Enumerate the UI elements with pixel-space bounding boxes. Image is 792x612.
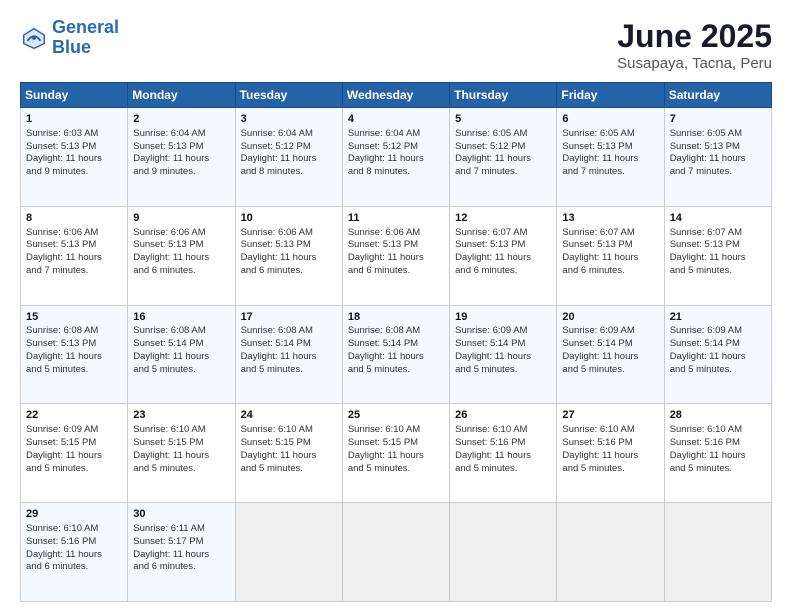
table-row: 4 Sunrise: 6:04 AMSunset: 5:12 PMDayligh… (342, 108, 449, 207)
table-row: 9 Sunrise: 6:06 AMSunset: 5:13 PMDayligh… (128, 206, 235, 305)
col-monday: Monday (128, 83, 235, 108)
table-row: 14 Sunrise: 6:07 AMSunset: 5:13 PMDaylig… (664, 206, 771, 305)
table-row: 15 Sunrise: 6:08 AMSunset: 5:13 PMDaylig… (21, 305, 128, 404)
table-row: 22 Sunrise: 6:09 AMSunset: 5:15 PMDaylig… (21, 404, 128, 503)
page: General Blue June 2025 Susapaya, Tacna, … (0, 0, 792, 612)
table-row: 12 Sunrise: 6:07 AMSunset: 5:13 PMDaylig… (450, 206, 557, 305)
table-row: 11 Sunrise: 6:06 AMSunset: 5:13 PMDaylig… (342, 206, 449, 305)
table-row: 7 Sunrise: 6:05 AMSunset: 5:13 PMDayligh… (664, 108, 771, 207)
table-row: 5 Sunrise: 6:05 AMSunset: 5:12 PMDayligh… (450, 108, 557, 207)
logo: General Blue (20, 18, 119, 58)
empty-cell (235, 503, 342, 602)
table-row: 16 Sunrise: 6:08 AMSunset: 5:14 PMDaylig… (128, 305, 235, 404)
logo-icon (20, 24, 48, 52)
empty-cell (557, 503, 664, 602)
table-row: 29 Sunrise: 6:10 AMSunset: 5:16 PMDaylig… (21, 503, 128, 602)
col-thursday: Thursday (450, 83, 557, 108)
col-saturday: Saturday (664, 83, 771, 108)
header: General Blue June 2025 Susapaya, Tacna, … (20, 18, 772, 72)
table-row: 20 Sunrise: 6:09 AMSunset: 5:14 PMDaylig… (557, 305, 664, 404)
logo-line1: General (52, 17, 119, 37)
empty-cell (664, 503, 771, 602)
table-row: 10 Sunrise: 6:06 AMSunset: 5:13 PMDaylig… (235, 206, 342, 305)
col-wednesday: Wednesday (342, 83, 449, 108)
calendar-row: 22 Sunrise: 6:09 AMSunset: 5:15 PMDaylig… (21, 404, 772, 503)
table-row: 17 Sunrise: 6:08 AMSunset: 5:14 PMDaylig… (235, 305, 342, 404)
calendar-header-row: Sunday Monday Tuesday Wednesday Thursday… (21, 83, 772, 108)
table-row: 2 Sunrise: 6:04 AMSunset: 5:13 PMDayligh… (128, 108, 235, 207)
table-row: 26 Sunrise: 6:10 AMSunset: 5:16 PMDaylig… (450, 404, 557, 503)
logo-line2: Blue (52, 37, 91, 57)
table-row: 27 Sunrise: 6:10 AMSunset: 5:16 PMDaylig… (557, 404, 664, 503)
table-row: 23 Sunrise: 6:10 AMSunset: 5:15 PMDaylig… (128, 404, 235, 503)
calendar-row: 15 Sunrise: 6:08 AMSunset: 5:13 PMDaylig… (21, 305, 772, 404)
table-row: 25 Sunrise: 6:10 AMSunset: 5:15 PMDaylig… (342, 404, 449, 503)
col-friday: Friday (557, 83, 664, 108)
col-sunday: Sunday (21, 83, 128, 108)
table-row: 6 Sunrise: 6:05 AMSunset: 5:13 PMDayligh… (557, 108, 664, 207)
subtitle: Susapaya, Tacna, Peru (617, 55, 772, 72)
table-row: 30 Sunrise: 6:11 AMSunset: 5:17 PMDaylig… (128, 503, 235, 602)
calendar-table: Sunday Monday Tuesday Wednesday Thursday… (20, 82, 772, 602)
logo-text: General Blue (52, 18, 119, 58)
table-row: 13 Sunrise: 6:07 AMSunset: 5:13 PMDaylig… (557, 206, 664, 305)
table-row: 3 Sunrise: 6:04 AMSunset: 5:12 PMDayligh… (235, 108, 342, 207)
empty-cell (342, 503, 449, 602)
title-block: June 2025 Susapaya, Tacna, Peru (617, 18, 772, 72)
empty-cell (450, 503, 557, 602)
main-title: June 2025 (617, 18, 772, 55)
calendar-row: 8 Sunrise: 6:06 AMSunset: 5:13 PMDayligh… (21, 206, 772, 305)
calendar-row: 1 Sunrise: 6:03 AMSunset: 5:13 PMDayligh… (21, 108, 772, 207)
table-row: 21 Sunrise: 6:09 AMSunset: 5:14 PMDaylig… (664, 305, 771, 404)
table-row: 24 Sunrise: 6:10 AMSunset: 5:15 PMDaylig… (235, 404, 342, 503)
table-row: 19 Sunrise: 6:09 AMSunset: 5:14 PMDaylig… (450, 305, 557, 404)
table-row: 18 Sunrise: 6:08 AMSunset: 5:14 PMDaylig… (342, 305, 449, 404)
table-row: 28 Sunrise: 6:10 AMSunset: 5:16 PMDaylig… (664, 404, 771, 503)
table-row: 1 Sunrise: 6:03 AMSunset: 5:13 PMDayligh… (21, 108, 128, 207)
col-tuesday: Tuesday (235, 83, 342, 108)
calendar-row: 29 Sunrise: 6:10 AMSunset: 5:16 PMDaylig… (21, 503, 772, 602)
table-row: 8 Sunrise: 6:06 AMSunset: 5:13 PMDayligh… (21, 206, 128, 305)
